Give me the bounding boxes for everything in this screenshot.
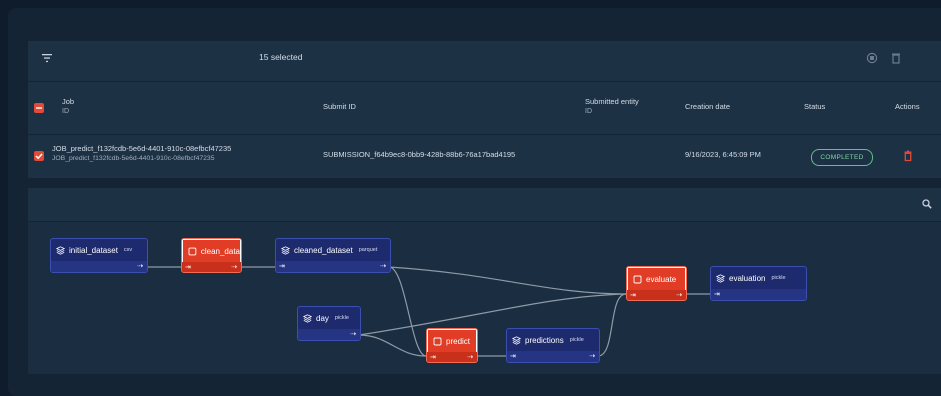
input-port-icon[interactable]: ⇥ [714,290,720,299]
task-chip-icon [633,275,642,283]
output-port-icon[interactable]: ⇢ [676,291,682,300]
output-port-icon[interactable]: ⇢ [137,262,143,271]
input-port-icon[interactable]: ⇥ [279,262,285,271]
col-submit-id[interactable]: Submit ID [323,102,356,112]
col-job-sublabel: ID [62,108,69,115]
node-ext: parquet [358,247,378,253]
col-submitted-entity-label: Submitted entity [585,97,639,106]
delete-selected-icon[interactable] [890,52,902,64]
output-port-icon[interactable]: ⇢ [231,263,237,272]
delete-icon[interactable] [903,150,913,162]
output-port-icon[interactable]: ⇢ [467,353,473,362]
task-chip-icon [188,247,197,255]
layers-icon [281,245,290,255]
col-status[interactable]: Status [804,102,825,112]
col-submitted-entity[interactable]: Submitted entity ID [585,97,639,117]
col-job-label: Job [62,97,75,106]
node-ext: pickle [771,275,786,281]
input-port-icon[interactable]: ⇥ [630,291,636,300]
node-evaluation[interactable]: evaluation pickle ⇥ [710,266,807,301]
node-predict[interactable]: predict ⇥ ⇢ [426,328,478,363]
task-chip-icon [433,337,442,345]
edge-day-predict [358,334,427,357]
layers-icon [303,313,312,323]
layers-icon [716,273,725,283]
node-day[interactable]: day pickle ⇢ [297,306,361,341]
node-label: predict [446,336,471,346]
node-predictions[interactable]: predictions pickle ⇥ ⇢ [506,328,600,363]
node-evaluate[interactable]: evaluate ⇥ ⇢ [626,266,687,301]
edge-cleaned-predict [388,266,427,357]
node-ext: pickle [569,337,584,343]
node-ext: pickle [334,315,349,321]
col-creation-date[interactable]: Creation date [685,102,730,112]
node-label: evaluation [729,273,766,283]
node-label: day [316,313,329,323]
table-header: Job ID Submit ID Submitted entity ID Cre… [28,82,941,134]
table-row[interactable]: JOB_predict_f132fcdb-5e6d-4401-910c-08ef… [28,135,941,178]
job-id: JOB_predict_f132fcdb-5e6d-4401-910c-08ef… [52,144,232,153]
input-port-icon[interactable]: ⇥ [510,352,516,361]
node-label: initial_dataset [69,245,118,255]
layers-icon [512,335,521,345]
node-cleaned-dataset[interactable]: cleaned_dataset parquet ⇥ ⇢ [275,238,391,273]
filter-icon[interactable] [41,52,53,64]
app-frame: 15 selected Job ID Submit ID Submitted e… [8,8,941,396]
dag-toolbar [28,188,941,221]
job-cell: JOB_predict_f132fcdb-5e6d-4401-910c-08ef… [52,144,231,164]
edge-cleaned-evaluate [388,266,627,295]
col-job[interactable]: Job ID [62,97,74,117]
zoom-icon[interactable] [922,199,932,209]
col-actions: Actions [895,102,920,111]
node-label: predictions [525,335,564,345]
node-ext: csv [123,247,133,253]
selected-count: 15 selected [259,52,303,62]
status-badge: COMPLETED [811,149,873,166]
row-checkbox[interactable] [34,151,44,161]
edge-predictions-evaluate [597,293,627,357]
node-label: evaluate [646,274,677,284]
selection-toolbar: 15 selected [28,41,941,81]
creation-date: 9/16/2023, 6:45:09 PM [685,150,761,159]
job-sub-id: JOB_predict_f132fcdb-5e6d-4401-910c-08ef… [52,155,215,162]
stop-icon[interactable] [866,52,878,64]
input-port-icon[interactable]: ⇥ [185,263,191,272]
output-port-icon[interactable]: ⇢ [350,330,356,339]
node-label: clean_data [200,246,240,256]
node-label: cleaned_dataset [294,245,353,255]
node-clean-data[interactable]: clean_data ⇥ ⇢ [181,238,242,273]
dag-canvas[interactable]: initial_dataset csv ⇢ clean_data ⇥ ⇢ cle… [28,222,941,374]
input-port-icon[interactable]: ⇥ [430,353,436,362]
node-initial-dataset[interactable]: initial_dataset csv ⇢ [50,238,148,273]
output-port-icon[interactable]: ⇢ [589,352,595,361]
col-submitted-entity-sublabel: ID [585,108,592,115]
layers-icon [56,245,65,255]
submit-id: SUBMISSION_f64b9ec8-0bb9-428b-88b6-76a17… [323,150,516,159]
select-all-checkbox[interactable] [34,103,44,113]
output-port-icon[interactable]: ⇢ [380,262,386,271]
